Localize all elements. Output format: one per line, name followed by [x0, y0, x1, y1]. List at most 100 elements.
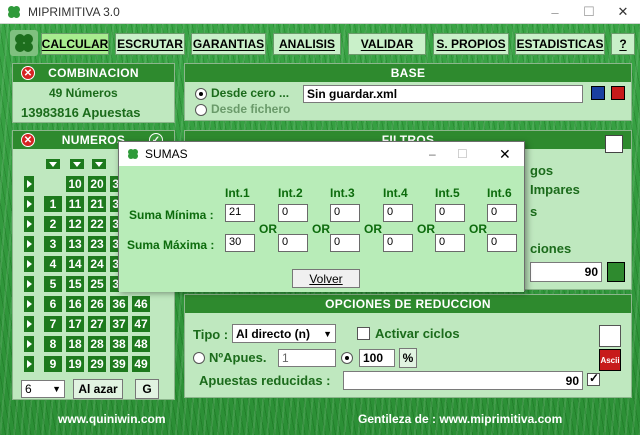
- column-arrow[interactable]: [69, 158, 85, 170]
- maximize-icon[interactable]: ☐: [457, 147, 468, 161]
- number-cell[interactable]: 11: [65, 195, 85, 213]
- suma-minima-field[interactable]: 21: [225, 204, 255, 222]
- number-cell[interactable]: 24: [87, 255, 107, 273]
- number-cell[interactable]: 2: [43, 215, 63, 233]
- menu-escrutar[interactable]: ESCRUTAR: [115, 33, 185, 55]
- suma-minima-field[interactable]: 0: [278, 204, 308, 222]
- minimize-icon[interactable]: –: [538, 0, 572, 24]
- suma-minima-field[interactable]: 0: [435, 204, 465, 222]
- number-cell[interactable]: 4: [43, 255, 63, 273]
- apuestas-checkbox[interactable]: ✓: [587, 371, 600, 386]
- row-arrow[interactable]: [23, 275, 35, 293]
- napues-radio[interactable]: [193, 352, 205, 364]
- row-arrow[interactable]: [23, 315, 35, 333]
- suma-minima-field[interactable]: 0: [330, 204, 360, 222]
- row-arrow[interactable]: [23, 215, 35, 233]
- napues-field[interactable]: 1: [278, 349, 336, 367]
- number-cell[interactable]: 27: [87, 315, 107, 333]
- file-name-field[interactable]: Sin guardar.xml: [303, 85, 583, 103]
- number-cell[interactable]: 38: [109, 335, 129, 353]
- menu-calcular[interactable]: CALCULAR: [41, 33, 109, 55]
- number-cell[interactable]: 23: [87, 235, 107, 253]
- activar-ciclos-checkbox[interactable]: [357, 327, 370, 340]
- number-cell[interactable]: 16: [65, 295, 85, 313]
- number-cell[interactable]: 26: [87, 295, 107, 313]
- suma-maxima-field[interactable]: 30: [225, 234, 255, 252]
- close-icon[interactable]: ✕: [21, 66, 35, 80]
- row-arrow[interactable]: [23, 295, 35, 313]
- number-cell[interactable]: 12: [65, 215, 85, 233]
- row-arrow[interactable]: [23, 255, 35, 273]
- number-cell[interactable]: 46: [131, 295, 151, 313]
- maximize-icon[interactable]: ☐: [572, 0, 606, 24]
- volver-button[interactable]: Volver: [292, 269, 360, 288]
- save-disk-icon[interactable]: [591, 86, 605, 100]
- suma-maxima-field[interactable]: 0: [487, 234, 517, 252]
- number-cell[interactable]: 14: [65, 255, 85, 273]
- percent-button[interactable]: %: [399, 348, 417, 368]
- suma-minima-field[interactable]: 0: [383, 204, 413, 222]
- row-arrow[interactable]: [23, 335, 35, 353]
- number-cell[interactable]: 15: [65, 275, 85, 293]
- number-cell[interactable]: 8: [43, 335, 63, 353]
- row-arrow[interactable]: [23, 195, 35, 213]
- menu-analisis[interactable]: ANALISIS: [273, 33, 341, 55]
- menu-garantias[interactable]: GARANTIAS: [191, 33, 266, 55]
- percent-radio[interactable]: [341, 352, 353, 364]
- number-cell[interactable]: 47: [131, 315, 151, 333]
- menu-validar[interactable]: VALIDAR: [348, 33, 426, 55]
- number-cell[interactable]: 17: [65, 315, 85, 333]
- number-cell[interactable]: 39: [109, 355, 129, 373]
- number-cell[interactable]: 13: [65, 235, 85, 253]
- number-cell[interactable]: 20: [87, 175, 107, 193]
- minimize-icon[interactable]: –: [429, 147, 436, 161]
- number-cell[interactable]: 1: [43, 195, 63, 213]
- save-as-disk-icon[interactable]: [611, 86, 625, 100]
- number-cell[interactable]: 36: [109, 295, 129, 313]
- number-cell[interactable]: 21: [87, 195, 107, 213]
- suma-maxima-field[interactable]: 0: [278, 234, 308, 252]
- desde-fichero-radio[interactable]: [195, 104, 207, 116]
- number-cell[interactable]: 3: [43, 235, 63, 253]
- cycle-icon[interactable]: [599, 325, 621, 347]
- desde-cero-radio[interactable]: [195, 88, 207, 100]
- number-cell[interactable]: 49: [131, 355, 151, 373]
- ascii-icon[interactable]: Ascii: [599, 349, 621, 371]
- close-icon[interactable]: ✕: [499, 146, 511, 163]
- report-icon[interactable]: [607, 262, 625, 282]
- column-arrow[interactable]: [45, 158, 61, 170]
- combination-size-select[interactable]: 6 ▼: [21, 380, 65, 398]
- row-arrow[interactable]: [23, 355, 35, 373]
- menu-estadisticas[interactable]: ESTADISTICAS: [515, 33, 605, 55]
- suma-maxima-field[interactable]: 0: [383, 234, 413, 252]
- footer-left-link[interactable]: www.quiniwin.com: [58, 412, 166, 426]
- clear-icon[interactable]: ✕: [21, 133, 35, 147]
- suma-maxima-field[interactable]: 0: [435, 234, 465, 252]
- number-cell[interactable]: 25: [87, 275, 107, 293]
- filtros-total-field[interactable]: 90: [530, 262, 602, 282]
- number-cell[interactable]: 29: [87, 355, 107, 373]
- number-cell[interactable]: 10: [65, 175, 85, 193]
- row-arrow[interactable]: [23, 175, 35, 193]
- number-cell[interactable]: 7: [43, 315, 63, 333]
- menu-s-propios[interactable]: S. PROPIOS: [433, 33, 509, 55]
- close-icon[interactable]: ✕: [606, 0, 640, 24]
- menu-help[interactable]: ?: [611, 33, 635, 55]
- column-arrow[interactable]: [91, 158, 107, 170]
- number-cell[interactable]: 19: [65, 355, 85, 373]
- footer-right-link[interactable]: Gentileza de : www.miprimitiva.com: [358, 412, 562, 426]
- number-cell[interactable]: 18: [65, 335, 85, 353]
- suma-maxima-field[interactable]: 0: [330, 234, 360, 252]
- number-cell[interactable]: 6: [43, 295, 63, 313]
- al-azar-button[interactable]: Al azar: [73, 379, 123, 399]
- number-cell[interactable]: 48: [131, 335, 151, 353]
- row-arrow[interactable]: [23, 235, 35, 253]
- number-cell[interactable]: 22: [87, 215, 107, 233]
- number-cell[interactable]: 28: [87, 335, 107, 353]
- g-button[interactable]: G: [135, 379, 159, 399]
- number-cell[interactable]: 9: [43, 355, 63, 373]
- suma-minima-field[interactable]: 0: [487, 204, 517, 222]
- clover-logo-icon[interactable]: [10, 30, 38, 56]
- apuestas-reducidas-field[interactable]: 90: [343, 371, 583, 390]
- tipo-select[interactable]: Al directo (n) ▼: [232, 324, 336, 343]
